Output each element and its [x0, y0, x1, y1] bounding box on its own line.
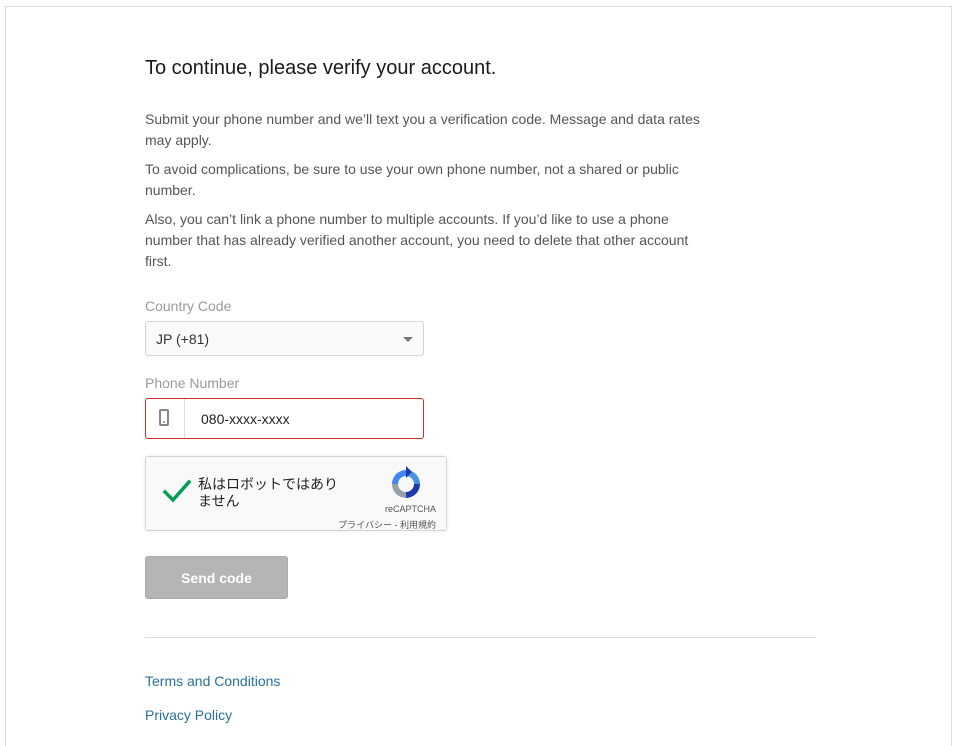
recaptcha-label: 私はロボットではありません — [198, 476, 338, 509]
phone-number-label: Phone Number — [145, 375, 240, 391]
multiple-accounts-paragraph: Also, you can’t link a phone number to m… — [145, 211, 689, 269]
recaptcha-checkmark-icon[interactable] — [162, 477, 192, 507]
terms-and-conditions-link[interactable]: Terms and Conditions — [145, 673, 280, 689]
recaptcha-links: プライバシー - 利用規約 — [316, 518, 436, 531]
page-frame: To continue, please verify your account.… — [5, 6, 952, 746]
recaptcha-logo-icon — [392, 466, 420, 498]
phone-number-field — [145, 398, 424, 439]
chevron-down-icon — [403, 337, 413, 342]
phone-number-input[interactable] — [186, 399, 416, 438]
recaptcha-widget: 私はロボットではありません reCAPTCHA プライバシー - 利用規約 — [145, 456, 447, 531]
recaptcha-privacy-link[interactable]: プライバシー — [338, 520, 392, 530]
privacy-policy-link[interactable]: Privacy Policy — [145, 707, 232, 723]
footer-divider — [145, 637, 816, 638]
send-code-button[interactable]: Send code — [145, 556, 288, 599]
country-code-label: Country Code — [145, 298, 232, 314]
phone-icon-container — [146, 399, 185, 438]
recaptcha-terms-link[interactable]: 利用規約 — [400, 520, 436, 530]
page-title: To continue, please verify your account. — [145, 57, 497, 79]
country-code-value: JP (+81) — [156, 331, 210, 347]
recaptcha-brand: reCAPTCHA — [384, 504, 436, 514]
country-code-select[interactable]: JP (+81) — [145, 321, 424, 356]
own-number-paragraph: To avoid complications, be sure to use y… — [145, 161, 679, 198]
intro-paragraph: Submit your phone number and we’ll text … — [145, 111, 700, 148]
mobile-phone-icon — [159, 409, 169, 426]
recaptcha-link-separator: - — [391, 520, 400, 530]
